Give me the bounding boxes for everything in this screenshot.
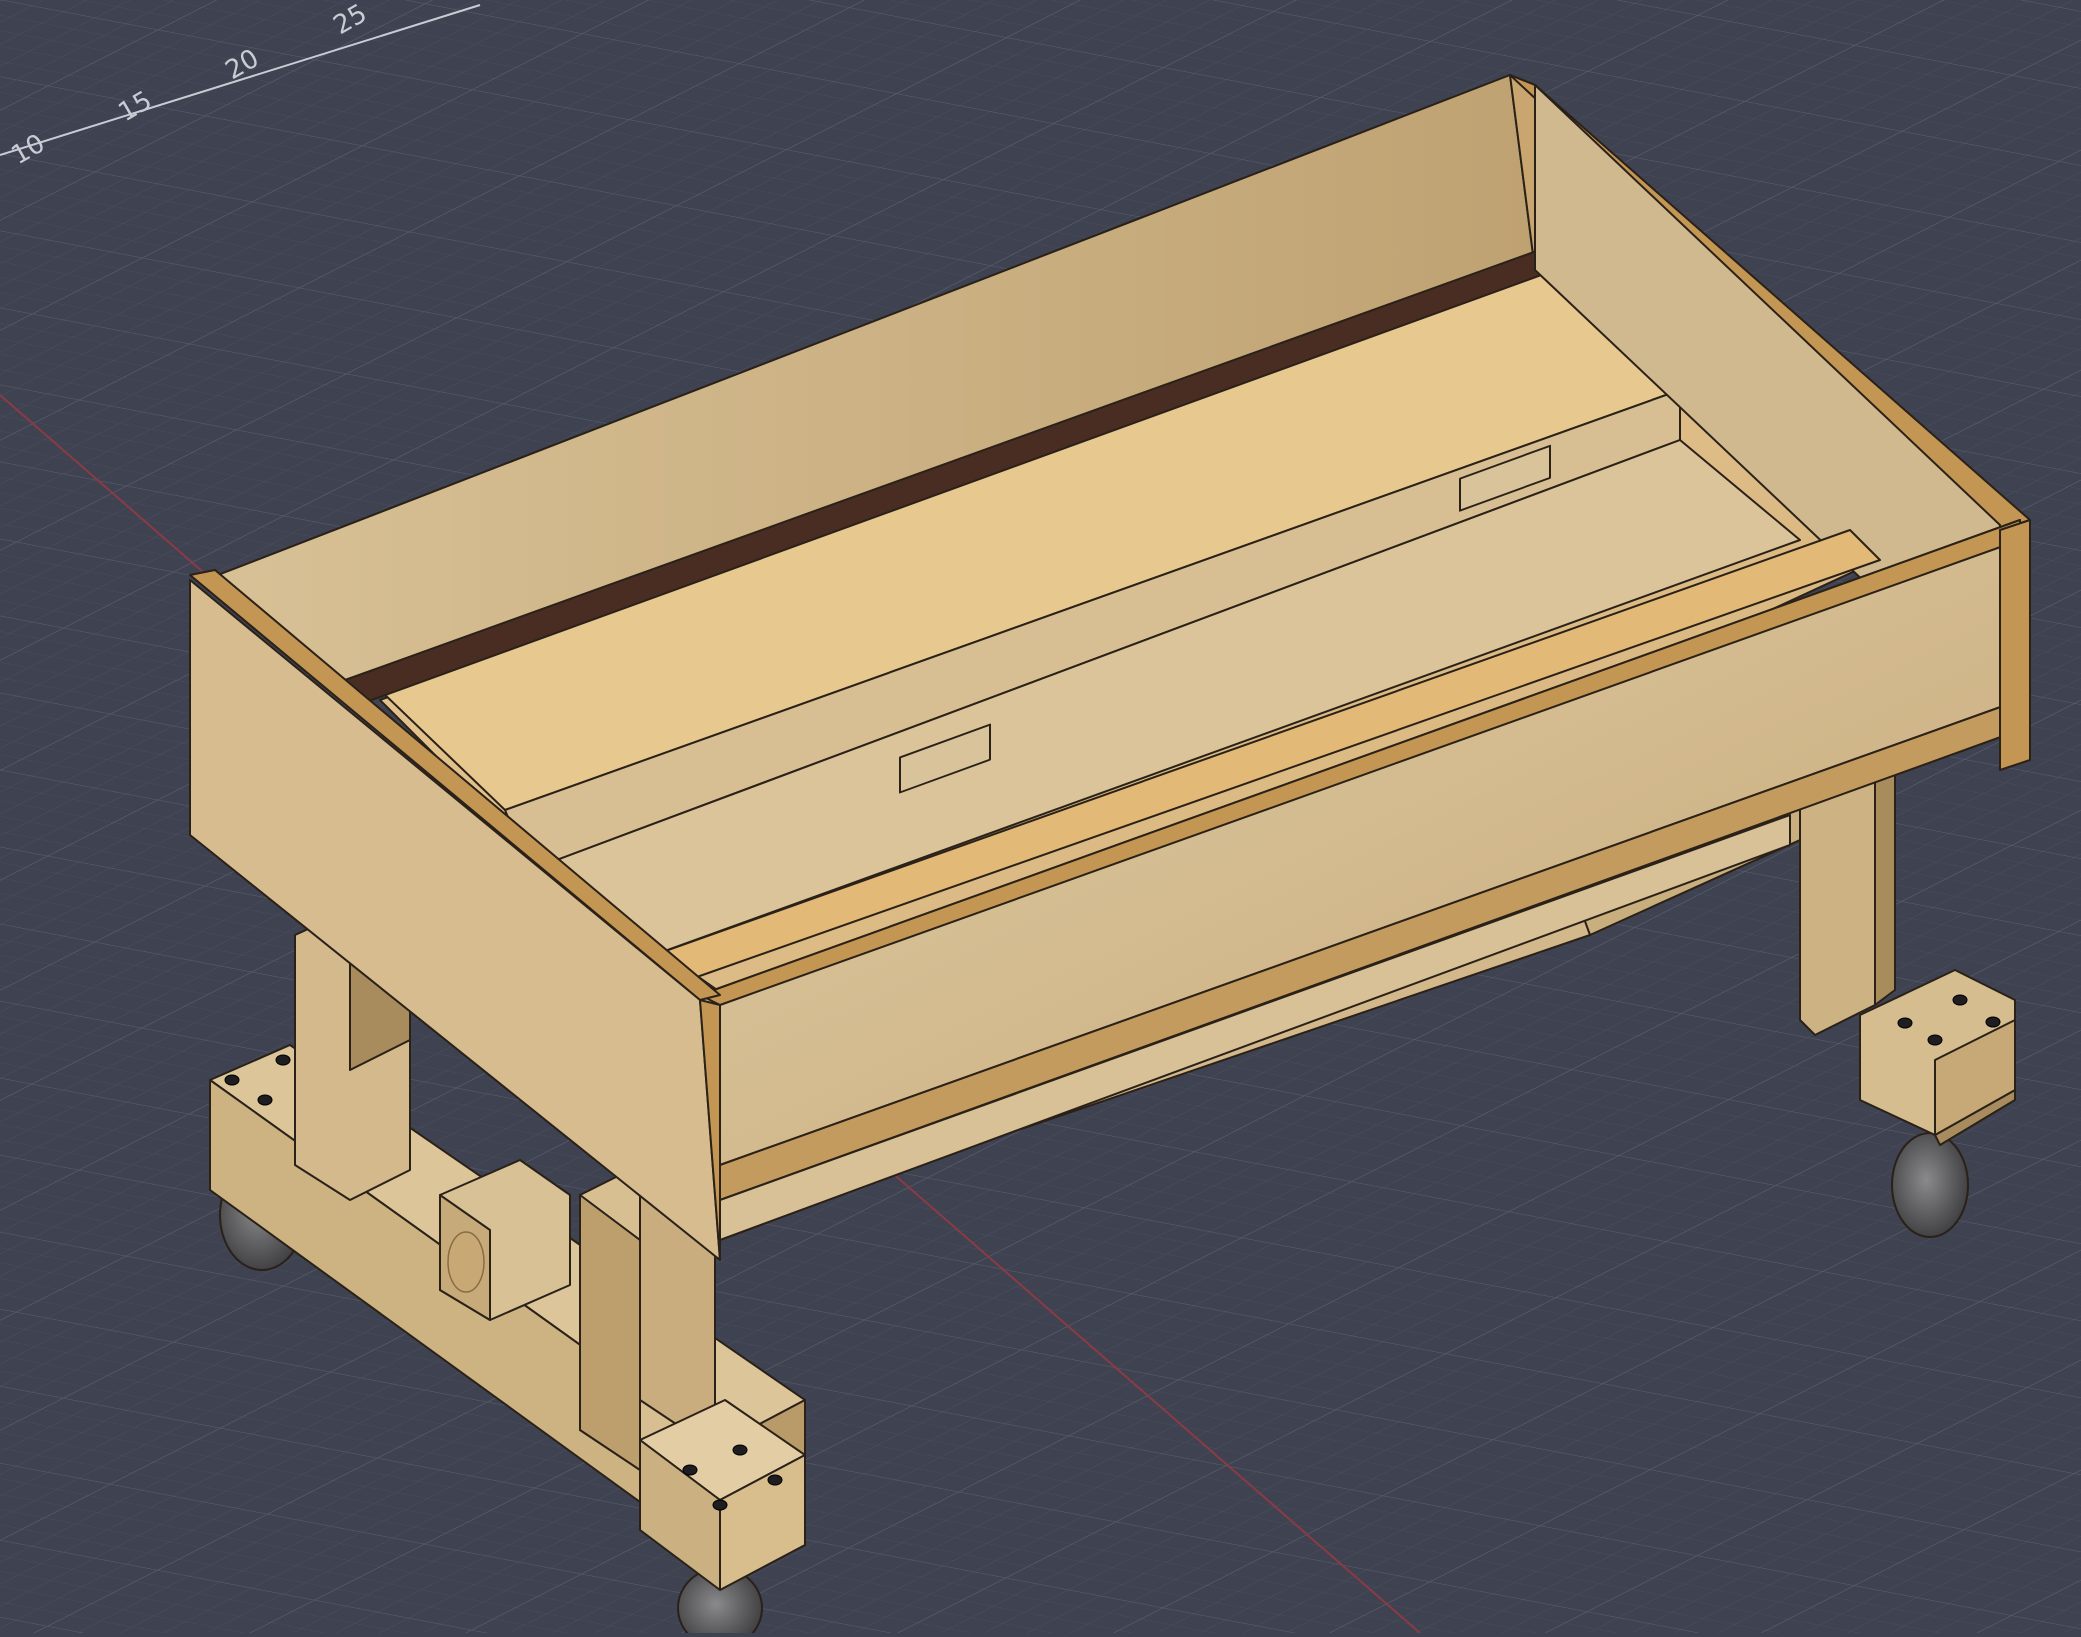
model-canvas[interactable]: 10 15 20 25 <box>0 0 2081 1637</box>
caster-back-right[interactable] <box>1891 1132 1969 1238</box>
cad-3d-viewport[interactable]: 10 15 20 25 <box>0 0 2081 1637</box>
tray-right-endcap[interactable] <box>1999 519 2031 771</box>
